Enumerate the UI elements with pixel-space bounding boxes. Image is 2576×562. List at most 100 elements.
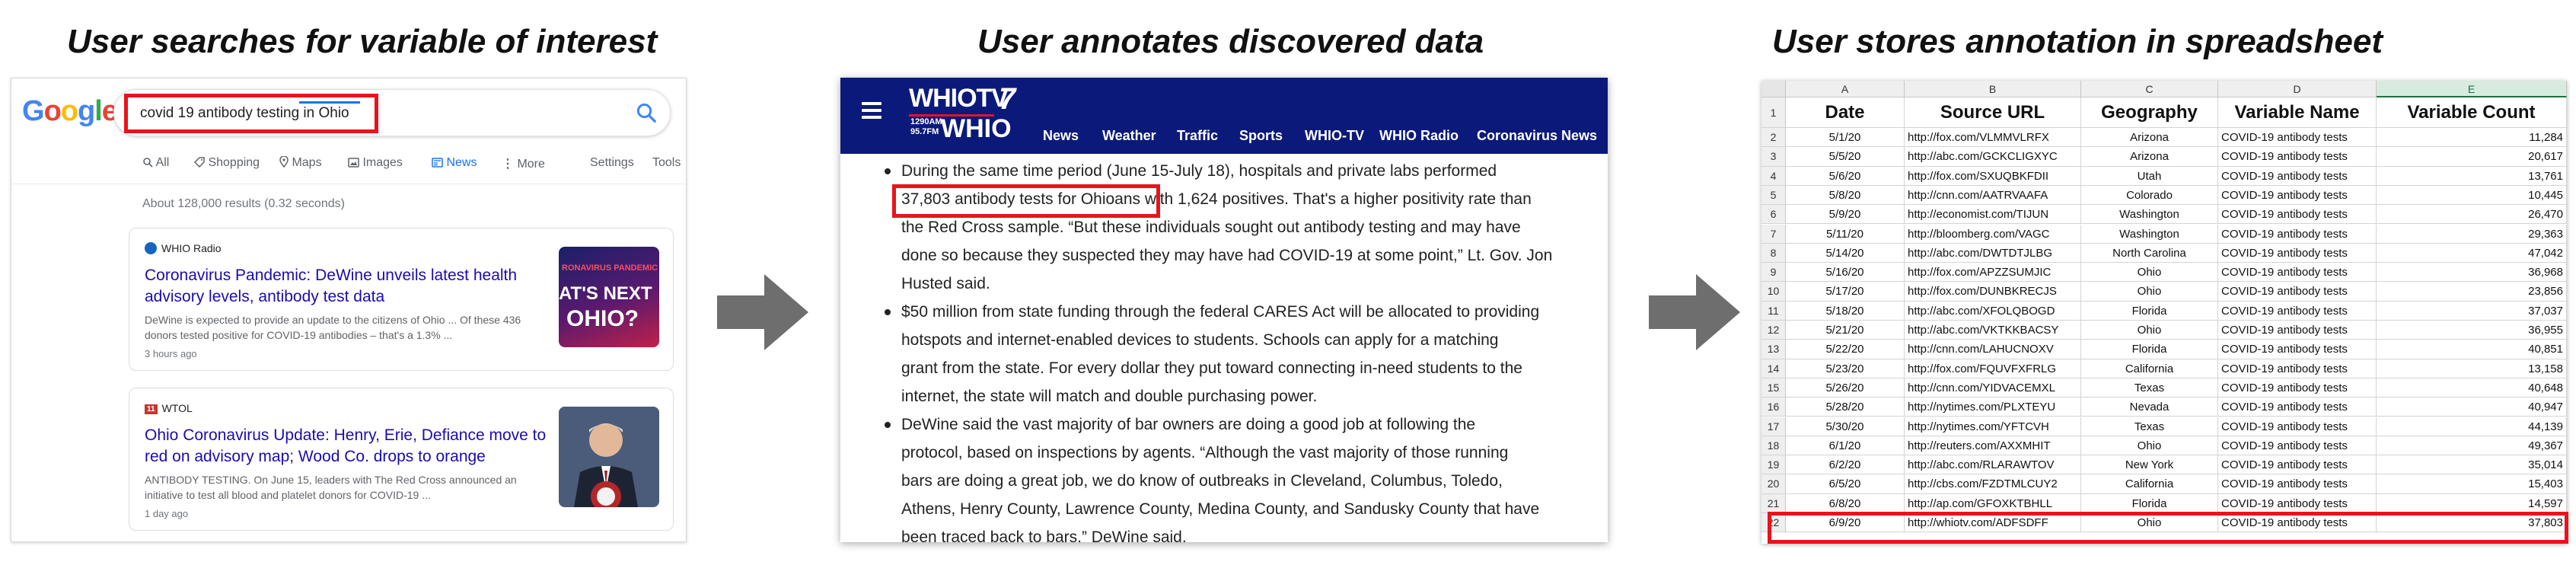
table-cell[interactable]: 20,617 xyxy=(2377,147,2567,167)
table-cell[interactable]: 5/14/20 xyxy=(1786,243,1905,263)
row-number[interactable]: 5 xyxy=(1761,185,1786,206)
table-cell[interactable]: 5/16/20 xyxy=(1786,263,1905,283)
row-number[interactable]: 2 xyxy=(1761,128,1786,148)
tab-maps[interactable]: Maps xyxy=(279,155,322,170)
table-cell[interactable]: Ohio xyxy=(2081,263,2218,283)
table-cell[interactable]: 44,139 xyxy=(2377,417,2567,436)
table-cell[interactable]: 6/5/20 xyxy=(1786,474,1905,494)
table-cell[interactable]: COVID-19 antibody tests xyxy=(2218,263,2377,283)
table-cell[interactable]: 36,968 xyxy=(2377,263,2567,283)
row-number[interactable]: 13 xyxy=(1761,340,1786,359)
tab-all[interactable]: All xyxy=(142,156,169,170)
table-cell[interactable]: Ohio xyxy=(2081,436,2218,456)
tab-tools[interactable]: Tools xyxy=(652,156,681,170)
table-cell[interactable]: 5/5/20 xyxy=(1786,147,1905,167)
table-cell[interactable]: Florida xyxy=(2081,340,2218,359)
table-cell[interactable]: Colorado xyxy=(2081,185,2218,206)
table-cell[interactable]: 5/30/20 xyxy=(1786,417,1905,436)
row-number[interactable]: 20 xyxy=(1761,474,1786,494)
result-thumbnail[interactable] xyxy=(559,407,659,507)
table-cell[interactable]: COVID-19 antibody tests xyxy=(2218,359,2377,378)
table-cell[interactable]: 5/26/20 xyxy=(1786,378,1905,398)
tab-settings[interactable]: Settings xyxy=(590,156,634,170)
table-cell[interactable]: 14,597 xyxy=(2377,493,2567,513)
nav-whio-radio[interactable]: WHIO Radio xyxy=(1379,128,1459,144)
table-cell[interactable]: 26,470 xyxy=(2377,205,2567,225)
table-cell[interactable]: 5/11/20 xyxy=(1786,224,1905,244)
row-number[interactable]: 3 xyxy=(1761,147,1786,167)
table-cell[interactable]: 47,042 xyxy=(2377,243,2567,263)
table-cell[interactable]: Washington xyxy=(2081,205,2218,225)
table-cell[interactable]: 13,761 xyxy=(2377,166,2567,186)
table-cell[interactable]: http://fox.com/FQUVFXFRLG xyxy=(1905,359,2081,378)
table-cell[interactable]: 23,856 xyxy=(2377,282,2567,302)
table-cell[interactable]: 49,367 xyxy=(2377,436,2567,456)
tab-news[interactable]: News xyxy=(432,156,477,170)
table-cell[interactable]: http://reuters.com/AXXMHIT xyxy=(1905,436,2081,456)
google-logo[interactable]: Google xyxy=(22,95,118,128)
table-cell[interactable]: 15,403 xyxy=(2377,474,2567,494)
row-number[interactable]: 18 xyxy=(1761,436,1786,456)
news-result-card[interactable]: 11 WTOL Ohio Coronavirus Update: Henry, E… xyxy=(129,388,674,531)
table-cell[interactable]: COVID-19 antibody tests xyxy=(2218,128,2377,148)
table-cell[interactable]: 5/21/20 xyxy=(1786,321,1905,340)
table-cell[interactable]: 10,445 xyxy=(2377,185,2567,206)
column-header-c[interactable]: C xyxy=(2081,81,2218,97)
column-header-e[interactable]: E xyxy=(2377,81,2567,97)
table-cell[interactable]: 6/2/20 xyxy=(1786,455,1905,475)
row-number[interactable]: 9 xyxy=(1761,263,1786,283)
column-header-d[interactable]: D xyxy=(2218,81,2377,97)
table-cell[interactable]: http://nytimes.com/YFTCVH xyxy=(1905,417,2081,436)
row-number[interactable]: 10 xyxy=(1761,282,1786,302)
row-number[interactable]: 12 xyxy=(1761,321,1786,340)
table-cell[interactable]: http://abc.com/DWTDTJLBG xyxy=(1905,243,2081,263)
table-cell[interactable]: North Carolina xyxy=(2081,243,2218,263)
table-cell[interactable]: COVID-19 antibody tests xyxy=(2218,378,2377,398)
search-icon[interactable] xyxy=(635,101,658,124)
table-cell[interactable]: http://fox.com/DUNBKRECJS xyxy=(1905,282,2081,302)
table-cell[interactable]: COVID-19 antibody tests xyxy=(2218,474,2377,494)
tab-images[interactable]: Images xyxy=(348,156,403,170)
header-cell[interactable]: Variable Name xyxy=(2218,97,2377,128)
nav-news[interactable]: News xyxy=(1043,128,1079,144)
whio-logo[interactable]: WHIOTV 7 1290AM 95.7FM WHIO xyxy=(909,82,1025,149)
table-cell[interactable]: California xyxy=(2081,474,2218,494)
header-cell[interactable]: Date xyxy=(1786,97,1905,128)
table-cell[interactable]: COVID-19 antibody tests xyxy=(2218,493,2377,513)
table-cell[interactable]: http://abc.com/GCKCLIGXYC xyxy=(1905,147,2081,167)
table-cell[interactable]: COVID-19 antibody tests xyxy=(2218,147,2377,167)
row-number[interactable]: 11 xyxy=(1761,301,1786,321)
news-result-card[interactable]: WHIO Radio Coronavirus Pandemic: DeWine … xyxy=(129,228,674,371)
table-cell[interactable]: Arizona xyxy=(2081,147,2218,167)
result-thumbnail[interactable]: RONAVIRUS PANDEMIC AT'S NEXT OHIO? xyxy=(559,247,659,347)
row-number[interactable]: 16 xyxy=(1761,398,1786,417)
table-cell[interactable]: Ohio xyxy=(2081,321,2218,340)
tab-more[interactable]: ⋮ More xyxy=(502,156,545,171)
table-cell[interactable]: COVID-19 antibody tests xyxy=(2218,243,2377,263)
tab-shopping[interactable]: Shopping xyxy=(193,156,260,170)
column-header-a[interactable]: A xyxy=(1786,81,1905,97)
table-cell[interactable]: COVID-19 antibody tests xyxy=(2218,398,2377,417)
table-cell[interactable]: 11,284 xyxy=(2377,128,2567,148)
table-cell[interactable]: 37,037 xyxy=(2377,301,2567,321)
header-cell[interactable]: Source URL xyxy=(1905,97,2081,128)
row-number[interactable]: 4 xyxy=(1761,166,1786,186)
table-cell[interactable]: http://ap.com/GFOXKTBHLL xyxy=(1905,493,2081,513)
header-cell[interactable]: Geography xyxy=(2081,97,2218,128)
table-cell[interactable]: New York xyxy=(2081,455,2218,475)
hamburger-menu-icon[interactable] xyxy=(862,102,882,119)
table-cell[interactable]: California xyxy=(2081,359,2218,378)
row-number[interactable]: 19 xyxy=(1761,455,1786,475)
table-cell[interactable]: COVID-19 antibody tests xyxy=(2218,282,2377,302)
row-number[interactable]: 17 xyxy=(1761,417,1786,436)
row-number[interactable]: 8 xyxy=(1761,243,1786,263)
table-cell[interactable]: Utah xyxy=(2081,166,2218,186)
result-headline[interactable]: Coronavirus Pandemic: DeWine unveils lat… xyxy=(145,265,556,308)
row-number[interactable]: 7 xyxy=(1761,224,1786,244)
table-cell[interactable]: 5/28/20 xyxy=(1786,398,1905,417)
table-cell[interactable]: 36,955 xyxy=(2377,321,2567,340)
table-cell[interactable]: COVID-19 antibody tests xyxy=(2218,301,2377,321)
table-cell[interactable]: 5/23/20 xyxy=(1786,359,1905,378)
table-cell[interactable]: http://fox.com/VLMMVLRFX xyxy=(1905,128,2081,148)
table-cell[interactable]: COVID-19 antibody tests xyxy=(2218,205,2377,225)
